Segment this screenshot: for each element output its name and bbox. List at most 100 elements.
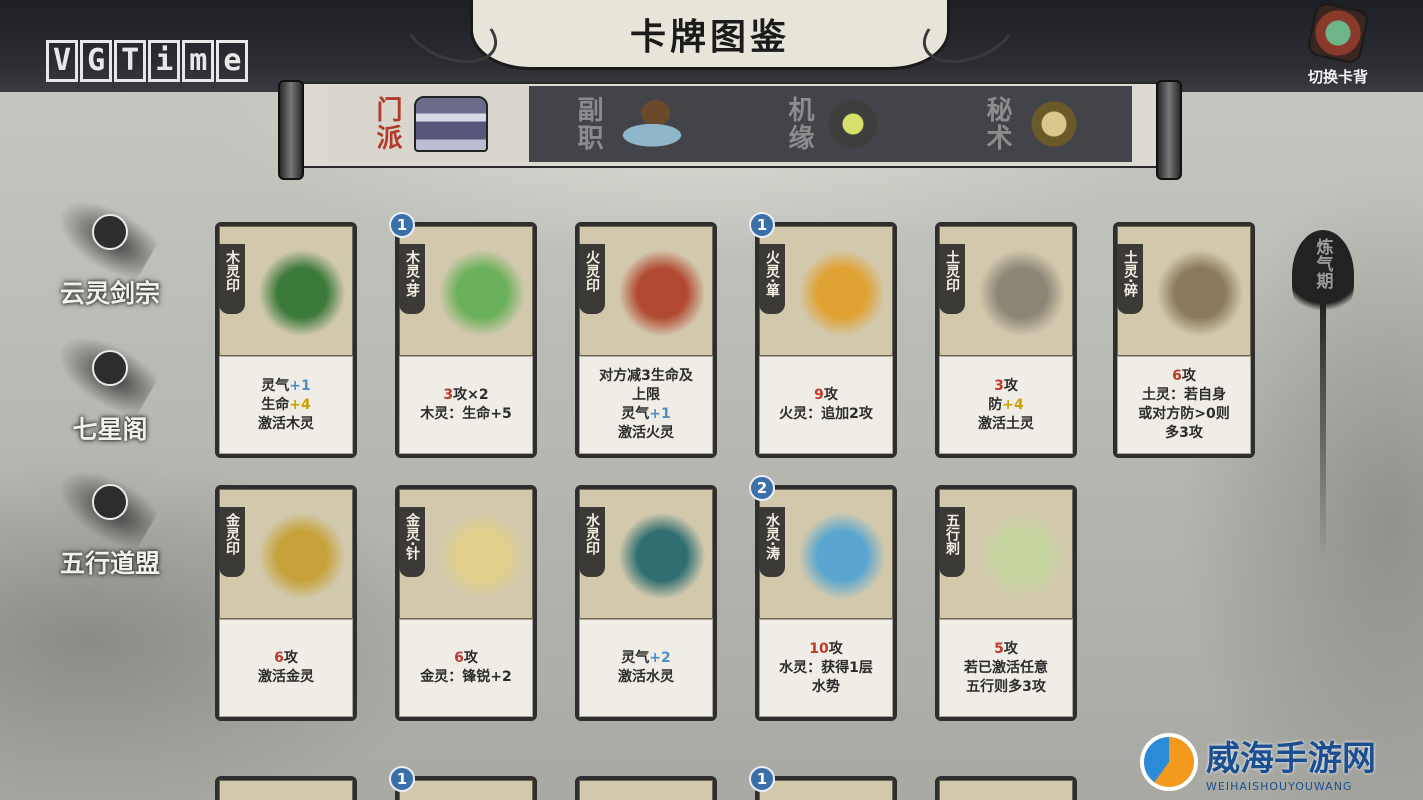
card-desc-line: 生命+4 [261, 396, 310, 415]
desc-text: 五行则多3攻 [966, 678, 1046, 695]
scroll-rod-right [1156, 80, 1182, 180]
card-art [759, 780, 893, 800]
desc-text: 对方减3生命及 [599, 368, 693, 384]
card-partial[interactable] [575, 776, 717, 800]
card-partial[interactable] [215, 776, 357, 800]
desc-number: +4 [1002, 396, 1024, 413]
tab-1[interactable]: 副职 [529, 86, 730, 162]
tab-label: 秘术 [982, 96, 1012, 152]
card-partial[interactable] [935, 776, 1077, 800]
card[interactable]: 金灵·针 6攻 金灵：锋锐+2 [395, 485, 537, 721]
card[interactable]: 金灵印 6攻 激活金灵 [215, 485, 357, 721]
category-tabs: 门派 副职 机缘 秘术 [328, 86, 1132, 162]
card-illustration [436, 500, 528, 612]
card[interactable]: 水灵印 灵气+2 激活水灵 [575, 485, 717, 721]
desc-text: 灵气 [261, 377, 290, 394]
card[interactable]: 土灵·碎 6攻 土灵：若自身 或对方防>0则 多3攻 [1113, 222, 1255, 458]
card-desc-line: 激活土灵 [978, 415, 1034, 434]
card-name-tab: 木灵印 [219, 244, 245, 314]
card-desc-line: 水灵：获得1层 [779, 659, 873, 678]
card-name: 金灵·针 [404, 513, 420, 561]
card[interactable]: 1 火灵·箪 9攻 火灵：追加2攻 [749, 212, 897, 458]
tab-label: 副职 [573, 96, 603, 152]
card-name: 水灵·涛 [764, 513, 780, 561]
cost-badge: 1 [749, 766, 775, 792]
card-name: 火灵印 [584, 250, 600, 292]
desc-number: 5 [994, 640, 1004, 657]
cloud-emblem-icon [92, 214, 128, 250]
tab-2[interactable]: 机缘 [730, 86, 931, 162]
card-illustration [616, 500, 708, 612]
card-illustration [796, 500, 888, 612]
card-desc-line: 灵气+2 [621, 649, 670, 668]
card[interactable]: 土灵印 3攻 防+4 激活土灵 [935, 222, 1077, 458]
desc-number: 3 [994, 377, 1004, 394]
page-title: 卡牌图鉴 [629, 15, 790, 58]
tab-3[interactable]: 秘术 [931, 86, 1132, 162]
card-desc-line: 灵气+1 [621, 405, 670, 424]
card-desc-line: 激活金灵 [258, 668, 314, 687]
switch-card-back-label: 切换卡背 [1307, 68, 1368, 86]
hat-icon [615, 96, 689, 152]
card-illustration [1154, 237, 1246, 349]
desc-number: +4 [289, 396, 311, 413]
desc-suffix: 攻 [1003, 640, 1018, 657]
card-name-tab: 火灵印 [579, 244, 605, 314]
vgtime-logo: VGTime [46, 38, 292, 84]
tab-0[interactable]: 门派 [328, 86, 529, 162]
card-partial[interactable]: 1 [389, 766, 537, 800]
desc-suffix: 攻 [1003, 377, 1018, 394]
switch-card-back-button[interactable]: 切换卡背 [1292, 0, 1384, 92]
card-art [219, 780, 353, 800]
cost-badge: 1 [389, 212, 415, 238]
tab-label: 门派 [372, 96, 402, 152]
desc-text: 灵气 [621, 406, 650, 422]
card-desc-line: 木灵：生命+5 [420, 405, 511, 424]
watermark-cn: 威海手游网 [1206, 739, 1376, 779]
desc-number: +1 [289, 377, 311, 394]
title-plaque: 卡牌图鉴 [470, 0, 950, 70]
sect-item-1[interactable]: 七星阁 [44, 336, 176, 446]
sect-name: 七星阁 [72, 415, 148, 444]
card[interactable]: 五行刺 5攻 若已激活任意 五行则多3攻 [935, 485, 1077, 721]
card-description: 3攻×2 木灵：生命+5 [399, 356, 533, 454]
card-back-icon [1305, 0, 1371, 66]
card-desc-line: 6攻 [274, 649, 298, 668]
card-desc-line: 五行则多3攻 [966, 678, 1046, 697]
desc-text: 金灵：锋锐+2 [420, 669, 512, 685]
sect-item-2[interactable]: 五行道盟 [44, 470, 176, 580]
card-desc-line: 灵气+1 [261, 377, 310, 396]
card-description: 灵气+2 激活水灵 [579, 619, 713, 717]
card-desc-line: 对方减3生命及 [599, 367, 693, 386]
logo-letter: e [216, 40, 249, 82]
desc-number: +2 [649, 650, 671, 666]
card[interactable]: 2 水灵·涛 10攻 水灵：获得1层 水势 [749, 475, 897, 721]
desc-suffix: 攻 [1181, 368, 1196, 384]
star-emblem-icon [92, 350, 128, 386]
card-name: 木灵·芽 [404, 250, 420, 298]
card-partial[interactable]: 1 [749, 766, 897, 800]
card-name-tab: 土灵·碎 [1117, 244, 1143, 314]
card-illustration [616, 237, 708, 349]
watermark-logo-icon [1140, 733, 1198, 791]
card-name-tab: 金灵印 [219, 507, 245, 577]
card[interactable]: 火灵印 对方减3生命及 上限 灵气+1 激活火灵 [575, 222, 717, 458]
desc-text: 灵气 [621, 650, 650, 666]
desc-text: 激活火灵 [618, 425, 674, 441]
card[interactable]: 1 木灵·芽 3攻×2 木灵：生命+5 [389, 212, 537, 458]
card-desc-line: 若已激活任意 [964, 659, 1048, 678]
desc-text: 防 [988, 396, 1003, 413]
desc-text: 激活水灵 [618, 669, 674, 685]
card-desc-line: 3攻×2 [443, 386, 488, 405]
desc-suffix: 攻 [283, 650, 298, 666]
sect-item-0[interactable]: 云灵剑宗 [44, 200, 176, 310]
logo-letter: V [46, 40, 79, 82]
card-desc-line: 火灵：追加2攻 [779, 405, 873, 424]
desc-suffix: 攻 [828, 640, 843, 657]
card[interactable]: 木灵印 灵气+1 生命+4 激活木灵 [215, 222, 357, 458]
desc-number: 10 [809, 640, 829, 657]
watermark-en: WEIHAISHOUYOUWANG [1206, 780, 1353, 793]
category-scroll: 门派 副职 机缘 秘术 [278, 80, 1182, 180]
card-name: 金灵印 [224, 513, 240, 555]
desc-text: 土灵：若自身 [1142, 387, 1226, 403]
